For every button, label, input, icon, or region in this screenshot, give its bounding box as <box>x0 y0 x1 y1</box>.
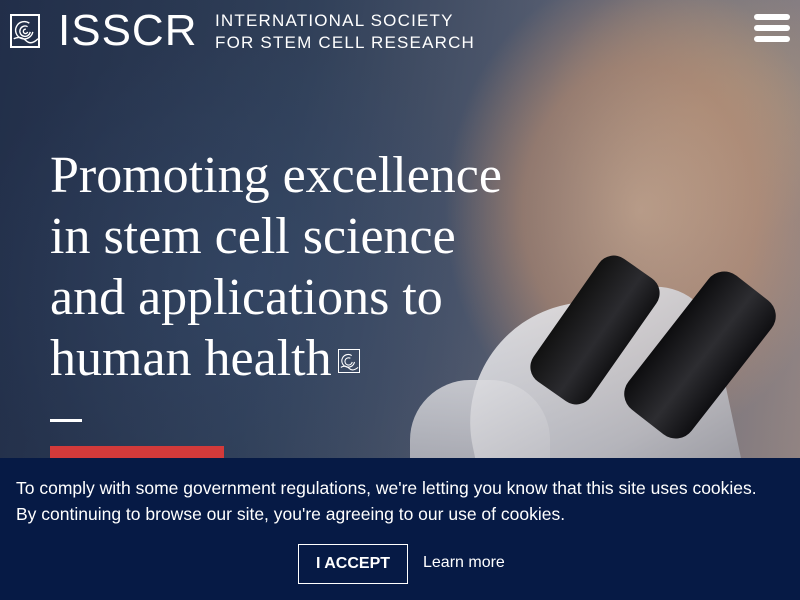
hamburger-menu-icon[interactable] <box>754 14 792 44</box>
headline-line: human health <box>50 330 332 387</box>
logo-acronym[interactable]: ISSCR <box>58 6 197 56</box>
cookie-message-line-1: To comply with some government regulatio… <box>16 478 757 498</box>
menu-bar <box>754 25 790 31</box>
menu-bar <box>754 14 790 20</box>
logo-full-name[interactable]: INTERNATIONAL SOCIETY FOR STEM CELL RESE… <box>215 10 475 54</box>
headline-line: and applications to <box>50 269 443 326</box>
cookie-message: To comply with some government regulatio… <box>16 475 786 527</box>
accept-cookies-button[interactable]: I ACCEPT <box>298 544 408 584</box>
cookie-consent-banner: To comply with some government regulatio… <box>0 458 800 600</box>
cookie-message-line-2: By continuing to browse our site, you're… <box>16 504 566 524</box>
site-header: ISSCR INTERNATIONAL SOCIETY FOR STEM CEL… <box>0 0 800 64</box>
learn-more-link[interactable]: Learn more <box>423 554 505 572</box>
hero-headline: Promoting excellence in stem cell scienc… <box>50 145 590 389</box>
isscr-logo-icon[interactable] <box>10 14 40 48</box>
headline-line: Promoting excellence <box>50 147 502 204</box>
headline-line: in stem cell science <box>50 208 456 265</box>
headline-line-last: human health <box>50 328 590 389</box>
menu-bar <box>754 36 790 42</box>
headline-divider <box>50 419 82 422</box>
isscr-small-logo-icon <box>337 349 360 374</box>
logo-line-1: INTERNATIONAL SOCIETY <box>215 11 454 30</box>
logo-line-2: FOR STEM CELL RESEARCH <box>215 33 476 52</box>
